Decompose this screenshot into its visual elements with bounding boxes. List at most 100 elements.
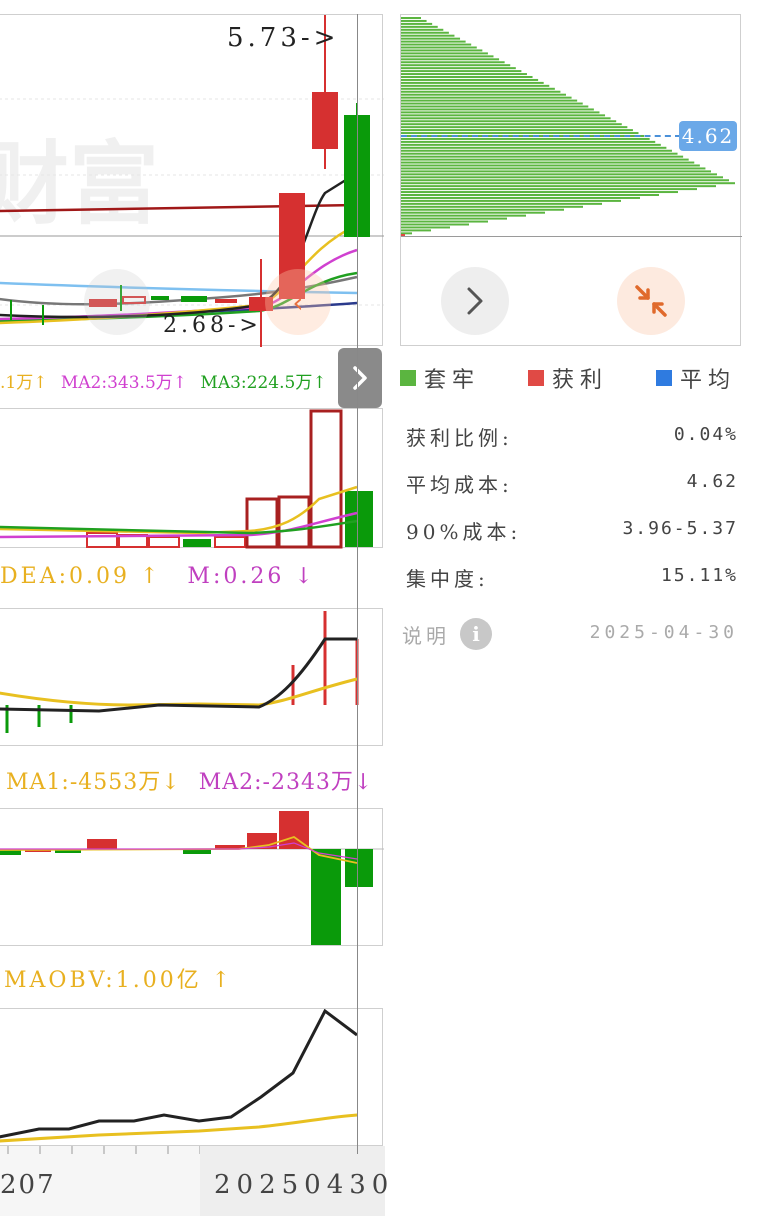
chip-bar (401, 111, 600, 114)
chip-bar (401, 155, 684, 158)
stat-90-cost-label: 90%成本: (406, 520, 522, 544)
chip-bar (401, 31, 449, 34)
chip-bar (401, 90, 561, 93)
chip-bar (401, 226, 450, 229)
date-left-label: 207 (0, 1170, 56, 1200)
chip-bar (401, 40, 466, 43)
chip-date: 2025-04-30 (589, 622, 738, 643)
fund-panel[interactable] (0, 808, 384, 946)
stat-avg-cost-value: 4.62 (686, 471, 738, 492)
chip-bar (401, 137, 650, 140)
chip-bar (401, 87, 555, 90)
info-icon: i (460, 618, 492, 650)
chip-bar (401, 55, 494, 58)
chevron-right-icon (467, 287, 483, 315)
chip-bar (401, 58, 500, 61)
chip-bar (401, 117, 611, 120)
volume-chart (0, 409, 373, 549)
chip-bar (401, 99, 578, 102)
obv-panel[interactable] (0, 1008, 383, 1146)
chip-axis-line (401, 236, 742, 237)
chip-bar (401, 143, 661, 146)
chip-bar (401, 81, 544, 84)
chip-bar (401, 17, 421, 19)
chip-bar (401, 194, 659, 196)
chip-bar (401, 34, 455, 37)
chip-bar (401, 217, 507, 220)
chip-bar (401, 158, 689, 161)
chip-bar (401, 173, 717, 176)
legend-label-trapped: 套牢 (424, 368, 481, 393)
macd-indicator-labels: DEA:0.09 ↑ M:0.26 ↓ (0, 564, 316, 589)
stat-concentration-value: 15.11% (660, 565, 738, 586)
chip-bar (401, 46, 477, 49)
chip-bar (401, 64, 511, 67)
shrink-arrows-icon (635, 285, 667, 317)
chip-bar (401, 161, 695, 164)
stat-profit-ratio-label: 获利比例: (406, 426, 513, 450)
macd-dea-label: DEA:0.09 ↑ (0, 564, 162, 589)
chip-bar (401, 96, 572, 99)
chip-bar (401, 211, 545, 214)
collapse-overlay-button[interactable]: ‹ (265, 269, 331, 335)
fund-ma1-label: MA1:-4553万↓ (6, 770, 181, 795)
high-price-annotation: 5.73-> (227, 23, 340, 53)
chip-bar (401, 73, 527, 76)
chip-panel[interactable]: 4.62 (400, 14, 742, 346)
volume-indicator-labels: .1万↑ MA2:343.5万↑ MA3:224.5万↑ (0, 368, 327, 393)
chip-bar (401, 37, 461, 40)
chip-bar (401, 105, 589, 108)
chip-bar (401, 61, 505, 64)
avg-cost-dashed-line (401, 135, 681, 137)
chip-bar (401, 102, 583, 105)
chip-bar (401, 120, 617, 123)
volume-panel[interactable] (0, 408, 383, 549)
chip-collapse-button[interactable] (617, 267, 685, 335)
chip-bar (401, 52, 488, 55)
chip-bar (401, 19, 427, 22)
explain-link[interactable]: 说明 i (402, 618, 492, 650)
chip-bar (401, 132, 639, 135)
chip-bar (401, 199, 621, 202)
date-right-label: 20250430 (200, 1146, 388, 1216)
chip-bar (401, 114, 606, 117)
stat-profit-ratio-value: 0.04% (673, 424, 738, 445)
chip-next-button[interactable] (441, 267, 509, 335)
chip-bar (401, 223, 469, 226)
legend-trapped: 套牢 (400, 362, 480, 394)
date-axis: 207 20250430 (0, 1146, 388, 1216)
legend-swatch-average (656, 370, 672, 386)
chip-bar (401, 152, 678, 155)
chip-bar (401, 191, 678, 194)
chip-bar (401, 229, 431, 232)
chip-bar (401, 76, 533, 78)
legend-label-profit: 获利 (552, 368, 609, 393)
chip-bar (401, 123, 622, 126)
legend-average: 平均 (656, 362, 736, 394)
fund-ma2-label: MA2:-2343万↓ (198, 770, 374, 795)
explain-label: 说明 (402, 623, 450, 648)
prev-arrow-overlay[interactable] (84, 269, 150, 335)
macd-panel[interactable] (0, 608, 383, 746)
macd-chart (0, 611, 359, 733)
volume-ma3-label: MA3:224.5万↑ (200, 373, 327, 393)
stat-avg-cost-label: 平均成本: (406, 473, 513, 497)
chip-bar (401, 28, 444, 31)
chevron-right-icon (353, 366, 367, 390)
avg-price-tag: 4.62 (679, 121, 737, 151)
legend-swatch-profit (528, 370, 544, 386)
kline-panel[interactable]: 财富 5.73-> 2.68-> ‹ (0, 14, 384, 347)
legend-label-average: 平均 (680, 368, 737, 393)
obv-chart (0, 1008, 358, 1143)
legend-swatch-trapped (400, 370, 416, 386)
volume-ma1-label: .1万↑ (0, 373, 48, 393)
chip-bar (401, 202, 602, 205)
expand-chip-tab[interactable] (338, 348, 382, 408)
chip-bar (401, 164, 700, 167)
crosshair-line (357, 14, 358, 1154)
obv-maobv-label: MAOBV:1.00亿 ↑ (4, 968, 234, 993)
fund-indicator-labels: MA1:-4553万↓ MA2:-2343万↓ (6, 764, 373, 796)
chip-bar (401, 78, 539, 81)
chip-bar (401, 220, 488, 223)
chip-bar (401, 140, 656, 143)
